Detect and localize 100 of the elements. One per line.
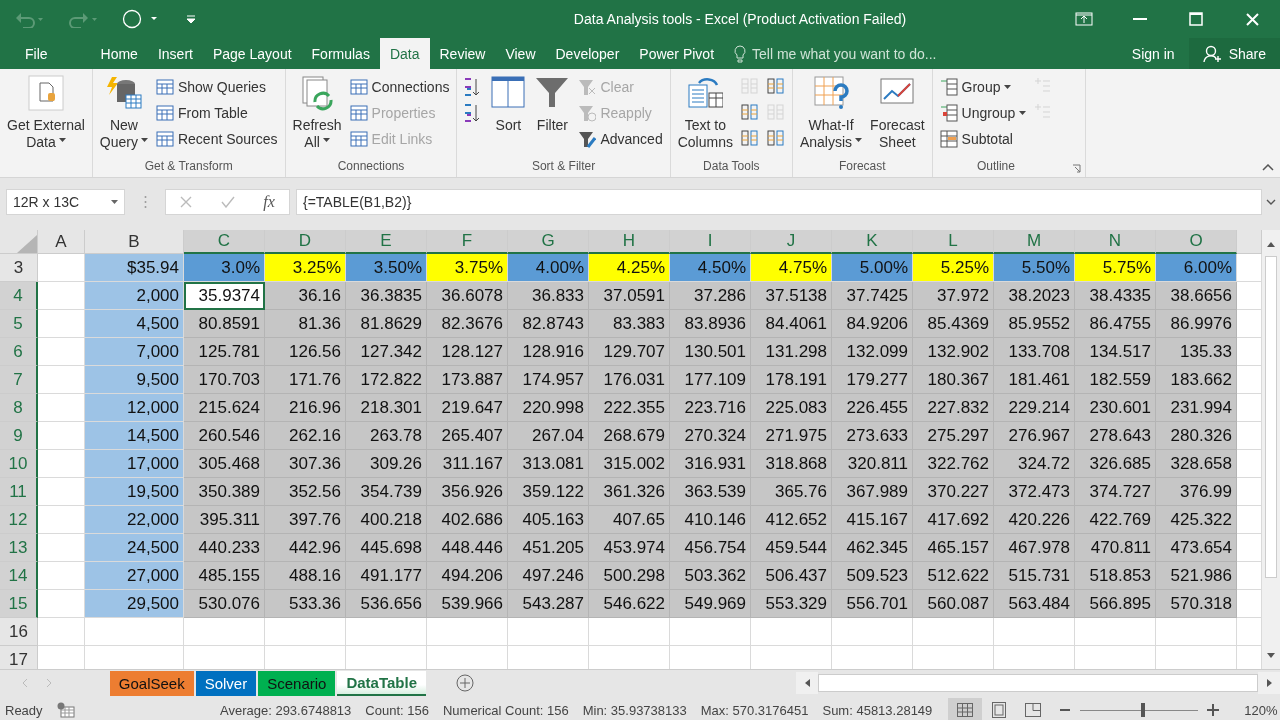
grip-icon [143, 195, 147, 209]
row-header[interactable]: 5 [0, 310, 38, 338]
ribbon-button[interactable]: Get External Data [4, 73, 88, 157]
row-header[interactable]: 16 [0, 618, 38, 646]
view-button[interactable] [948, 698, 983, 720]
ribbon-button[interactable]: What-If Analysis [796, 73, 866, 157]
row-header[interactable]: 15 [0, 590, 38, 618]
row-header[interactable]: 3 [0, 254, 38, 282]
ribbon-button[interactable]: New Query [96, 73, 151, 157]
ribbon-button[interactable]: From Table [152, 101, 281, 125]
column-header[interactable]: D [265, 230, 346, 254]
ribbon-tab[interactable]: View [495, 38, 546, 69]
scrollbar-thumb[interactable] [818, 674, 1258, 692]
row-header[interactable]: 4 [0, 282, 38, 310]
status-stat: Sum: 45813.28149 [822, 702, 933, 718]
zoom-slider-thumb[interactable] [1140, 702, 1145, 717]
column-header[interactable]: C [184, 230, 265, 254]
collapse-ribbon-button[interactable] [1262, 164, 1274, 171]
table-cell: 311.167 [427, 450, 508, 478]
ribbon-tab[interactable]: Insert [147, 38, 203, 69]
row-header[interactable]: 8 [0, 394, 38, 422]
column-header[interactable]: L [913, 230, 994, 254]
row-header[interactable]: 17 [0, 646, 38, 669]
page-layout-icon [992, 702, 1007, 718]
column-header[interactable]: O [1156, 230, 1237, 254]
row-header[interactable]: 14 [0, 562, 38, 590]
launcher-icon [1072, 164, 1082, 173]
ribbon-tab[interactable]: Formulas [301, 38, 380, 69]
sheet-tab[interactable]: Scenario [258, 670, 336, 696]
new-sheet-button[interactable] [456, 674, 474, 692]
sheet-tab[interactable]: DataTable [337, 670, 426, 696]
ribbon-tab[interactable]: Home [90, 38, 148, 69]
table-cell: 315.002 [589, 450, 670, 478]
ribbon-tab[interactable]: Page Layout [202, 38, 302, 69]
ribbon-button[interactable]: Recent Sources [152, 127, 281, 151]
ribbon-tab[interactable]: File [8, 38, 65, 69]
scroll-right-button[interactable] [1258, 672, 1280, 694]
column-header[interactable]: H [589, 230, 670, 254]
table-cell: 81.8629 [346, 310, 427, 338]
ribbon-button[interactable]: Forecast Sheet [867, 73, 928, 157]
row-header[interactable]: 11 [0, 478, 38, 506]
scroll-left-button[interactable] [796, 672, 818, 694]
ribbon-button[interactable]: Group [936, 75, 1030, 99]
ribbon-tab[interactable]: Data [379, 38, 430, 69]
ribbon-button[interactable]: Filter [531, 73, 574, 157]
data-tool-icon [765, 103, 786, 123]
column-header[interactable]: N [1075, 230, 1156, 254]
sheet-tab[interactable]: GoalSeek [109, 670, 194, 696]
column-header[interactable]: M [994, 230, 1075, 254]
tell-me-field[interactable]: Tell me what you want to do... [752, 45, 937, 62]
table-cell: 37.972 [913, 282, 994, 310]
table-cell: 5.25% [913, 254, 994, 282]
row-header[interactable]: 13 [0, 534, 38, 562]
table-cell: 83.8936 [670, 310, 751, 338]
caret-icon [1019, 111, 1027, 115]
row-header[interactable]: 7 [0, 366, 38, 394]
row-header[interactable]: 9 [0, 422, 38, 450]
table-cell: 307.36 [265, 450, 346, 478]
table-cell: 37.7425 [832, 282, 913, 310]
formula-field[interactable]: {=TABLE(B1,B2)} [296, 189, 1262, 215]
sign-in-link[interactable]: Sign in [1117, 38, 1189, 69]
table-icon [155, 130, 174, 148]
ribbon-button[interactable]: Refresh All [289, 73, 345, 157]
name-box[interactable]: 12R x 13C [6, 189, 125, 215]
column-header[interactable]: E [346, 230, 427, 254]
table-cell: 397.76 [265, 506, 346, 534]
row-header[interactable]: 10 [0, 450, 38, 478]
ribbon-tab[interactable]: Power Pivot [629, 38, 725, 69]
share-button[interactable]: Share [1188, 38, 1280, 69]
dialog-launcher[interactable] [1072, 164, 1082, 173]
column-header[interactable]: B [85, 230, 184, 254]
table-cell: 462.345 [832, 534, 913, 562]
ribbon-tab[interactable]: Review [429, 38, 496, 69]
row-header[interactable]: 12 [0, 506, 38, 534]
zoom-level[interactable]: 120% [1244, 702, 1278, 718]
ribbon-button[interactable]: Advanced [575, 127, 666, 151]
column-header[interactable]: J [751, 230, 832, 254]
table-cell: 17,000 [85, 450, 184, 478]
ribbon-button[interactable]: Sort [487, 73, 530, 157]
table-cell: 12,000 [85, 394, 184, 422]
minus-icon [1060, 709, 1071, 711]
insert-function-button[interactable]: fx [263, 193, 275, 211]
plus-circle-icon [456, 674, 474, 692]
ribbon-tab[interactable]: Developer [545, 38, 630, 69]
ribbon-button[interactable]: Text to Columns [674, 73, 736, 157]
column-header[interactable]: A [38, 230, 85, 254]
column-header[interactable]: F [427, 230, 508, 254]
table-cell: 453.974 [589, 534, 670, 562]
text-columns-icon [687, 75, 724, 111]
ribbon-button[interactable]: Show Queries [152, 75, 281, 99]
table-cell: 352.56 [265, 478, 346, 506]
column-header[interactable]: G [508, 230, 589, 254]
ribbon-button[interactable]: Connections [346, 75, 453, 99]
column-header[interactable]: K [832, 230, 913, 254]
scrollbar-thumb[interactable] [1265, 256, 1277, 578]
ribbon-button[interactable]: Subtotal [936, 127, 1030, 151]
ribbon-button[interactable]: Ungroup [936, 101, 1030, 125]
column-header[interactable]: I [670, 230, 751, 254]
row-header[interactable]: 6 [0, 338, 38, 366]
sheet-tab[interactable]: Solver [195, 670, 257, 696]
